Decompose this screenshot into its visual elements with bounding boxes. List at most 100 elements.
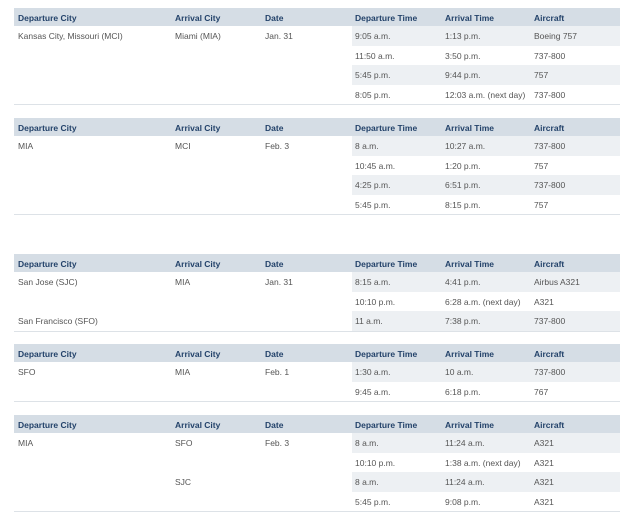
cell-aircraft: Airbus A321 <box>534 277 580 287</box>
schedule-table: Departure City Arrival City Date Departure … <box>14 344 620 402</box>
schedule-table: Departure City Arrival City Date Departure … <box>14 415 620 512</box>
cell-departure-time: 4:25 p.m. <box>355 180 391 190</box>
header-departure-time: Departure Time <box>355 123 418 133</box>
cell-departure-city: San Jose (SJC) <box>18 277 78 287</box>
header-arrival-time: Arrival Time <box>445 13 494 23</box>
cell-departure-city: SFO <box>18 367 36 377</box>
cell-arrival-city: SFO <box>175 438 193 448</box>
row-shade-band <box>352 26 620 46</box>
table-row: SFO MIA Feb. 1 1:30 a.m. 10 a.m. 737-800 <box>14 362 620 382</box>
table-row: San Francisco (SFO) 11 a.m. 7:38 p.m. 737-8… <box>14 311 620 331</box>
cell-date: Jan. 31 <box>265 31 293 41</box>
cell-aircraft: A321 <box>534 296 554 307</box>
cell-arrival-time: 3:50 p.m. <box>445 50 481 61</box>
cell-departure-time: 5:45 p.m. <box>355 496 391 507</box>
cell-departure-time: 5:45 p.m. <box>355 70 391 80</box>
cell-arrival-city: MIA <box>175 367 191 377</box>
header-arrival-city: Arrival City <box>175 259 221 269</box>
cell-arrival-time: 11:24 a.m. <box>445 477 485 487</box>
cell-aircraft: 767 <box>534 386 549 397</box>
cell-departure-time: 9:05 a.m. <box>355 31 391 41</box>
row-shade-band <box>352 65 620 85</box>
cell-date: Jan. 31 <box>265 277 293 287</box>
row-shade-band <box>352 362 620 382</box>
cell-departure-time: 5:45 p.m. <box>355 199 391 210</box>
table-row: 5:45 p.m. 9:08 p.m. A321 <box>14 492 620 512</box>
cell-date: Feb. 3 <box>265 141 290 151</box>
cell-departure-time: 8:05 p.m. <box>355 89 391 100</box>
cell-aircraft: 757 <box>534 160 549 171</box>
row-shade-band <box>352 195 620 215</box>
table-row: 5:45 p.m. 8:15 p.m. 757 <box>14 195 620 215</box>
header-departure-time: Departure Time <box>355 13 418 23</box>
table-row: 10:10 p.m. 1:38 a.m. (next day) A321 <box>14 453 620 473</box>
header-departure-time: Departure Time <box>355 420 418 430</box>
cell-aircraft: A321 <box>534 457 554 468</box>
cell-aircraft: 737-800 <box>534 180 566 190</box>
header-arrival-city: Arrival City <box>175 420 221 430</box>
table-header-row: Departure City Arrival City Date Departure … <box>14 415 620 433</box>
cell-aircraft: 757 <box>534 199 549 210</box>
cell-departure-time: 11 a.m. <box>355 316 383 326</box>
table-header-row: Departure City Arrival City Date Departure … <box>14 118 620 136</box>
header-arrival-city: Arrival City <box>175 349 221 359</box>
table-row: 11:50 a.m. 3:50 p.m. 737-800 <box>14 46 620 66</box>
row-shade-band <box>352 433 620 453</box>
table-header-row: Departure City Arrival City Date Departure … <box>14 344 620 362</box>
table-row: San Jose (SJC) MIA Jan. 31 8:15 a.m. 4:41 p.… <box>14 272 620 292</box>
table-row: MIA MCI Feb. 3 8 a.m. 10:27 a.m. 737-800 <box>14 136 620 156</box>
cell-arrival-time: 1:38 a.m. (next day) <box>445 457 521 468</box>
cell-aircraft: A321 <box>534 477 554 487</box>
header-arrival-time: Arrival Time <box>445 420 494 430</box>
row-shade-band <box>352 382 620 402</box>
cell-aircraft: Boeing 757 <box>534 31 578 41</box>
cell-departure-city: Kansas City, Missouri (MCI) <box>18 31 123 41</box>
cell-arrival-time: 11:24 a.m. <box>445 438 485 448</box>
cell-aircraft: 737-800 <box>534 50 566 61</box>
cell-departure-city: San Francisco (SFO) <box>18 316 98 326</box>
header-departure-city: Departure City <box>18 349 77 359</box>
row-shade-band <box>352 136 620 156</box>
cell-date: Feb. 3 <box>265 438 290 448</box>
cell-aircraft: 737-800 <box>534 89 566 100</box>
header-arrival-city: Arrival City <box>175 123 221 133</box>
header-arrival-time: Arrival Time <box>445 123 494 133</box>
cell-arrival-time: 9:08 p.m. <box>445 496 481 507</box>
cell-arrival-time: 7:38 p.m. <box>445 316 481 326</box>
cell-aircraft: 757 <box>534 70 549 80</box>
table-header-row: Departure City Arrival City Date Departure … <box>14 8 620 26</box>
schedule-table: Departure City Arrival City Date Departure … <box>14 254 620 332</box>
table-row: SJC 8 a.m. 11:24 a.m. A321 <box>14 472 620 492</box>
header-date: Date <box>265 420 284 430</box>
cell-departure-time: 8 a.m. <box>355 141 379 151</box>
table-row: MIA SFO Feb. 3 8 a.m. 11:24 a.m. A321 <box>14 433 620 453</box>
header-arrival-time: Arrival Time <box>445 349 494 359</box>
cell-arrival-time: 9:44 p.m. <box>445 70 481 80</box>
cell-departure-time: 10:45 a.m. <box>355 160 396 171</box>
table-row: 10:10 p.m. 6:28 a.m. (next day) A321 <box>14 292 620 312</box>
cell-departure-time: 8 a.m. <box>355 477 379 487</box>
header-date: Date <box>265 259 284 269</box>
cell-date: Feb. 1 <box>265 367 290 377</box>
header-aircraft: Aircraft <box>534 123 565 133</box>
table-row: 10:45 a.m. 1:20 p.m. 757 <box>14 156 620 176</box>
cell-departure-time: 8 a.m. <box>355 438 379 448</box>
row-shade-band <box>352 492 620 512</box>
header-departure-city: Departure City <box>18 259 77 269</box>
cell-arrival-city: Miami (MIA) <box>175 31 221 41</box>
header-departure-city: Departure City <box>18 123 77 133</box>
header-departure-city: Departure City <box>18 13 77 23</box>
cell-departure-time: 10:10 p.m. <box>355 457 396 468</box>
table-row: 9:45 a.m. 6:18 p.m. 767 <box>14 382 620 402</box>
cell-arrival-city: MIA <box>175 277 191 287</box>
table-row: 5:45 p.m. 9:44 p.m. 757 <box>14 65 620 85</box>
header-date: Date <box>265 123 284 133</box>
cell-departure-time: 1:30 a.m. <box>355 367 391 377</box>
cell-arrival-time: 6:28 a.m. (next day) <box>445 296 521 307</box>
cell-departure-time: 8:15 a.m. <box>355 277 391 287</box>
cell-aircraft: A321 <box>534 496 554 507</box>
cell-departure-time: 11:50 a.m. <box>355 50 395 61</box>
schedule-table: Departure City Arrival City Date Departure … <box>14 8 620 105</box>
header-aircraft: Aircraft <box>534 349 565 359</box>
header-date: Date <box>265 13 284 23</box>
